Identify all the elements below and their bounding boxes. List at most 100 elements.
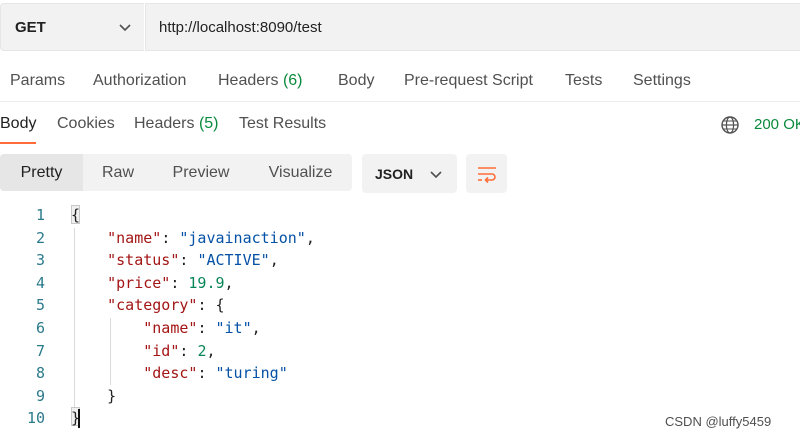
format-select[interactable]: JSON <box>362 154 457 193</box>
json-key: "status" <box>107 251 180 270</box>
json-punctuation: } <box>107 386 117 405</box>
tab-body[interactable]: Body <box>338 72 374 90</box>
code-text: { <box>71 206 80 224</box>
json-separator: : <box>179 341 198 360</box>
json-punctuation: { <box>215 296 225 315</box>
response-body-editor[interactable]: 1{2 "name": "javainaction", 3 "status": "… <box>0 204 800 440</box>
code-line: 6 "name": "it", <box>0 319 800 341</box>
code-line: 4 "price": 19.9, <box>0 274 800 296</box>
view-raw-button[interactable]: Raw <box>83 154 153 191</box>
tab-pre-request-script[interactable]: Pre-request Script <box>404 72 533 90</box>
tab-settings[interactable]: Settings <box>633 72 691 90</box>
json-punctuation: , <box>269 251 279 270</box>
response-tab-test-results[interactable]: Test Results <box>239 115 326 133</box>
json-key: "category" <box>107 296 198 315</box>
json-punctuation: , <box>206 341 216 360</box>
code-line: 5 "category": { <box>0 296 800 318</box>
method-select[interactable]: GET <box>0 3 144 51</box>
response-tab-headers-label: Headers <box>134 115 195 132</box>
line-number: 8 <box>35 364 45 383</box>
json-key: "id" <box>143 341 180 360</box>
request-tabs: Params Authorization Headers (6) Body Pr… <box>0 62 800 102</box>
code-line: 9 } <box>0 387 800 409</box>
json-separator: : <box>170 273 189 292</box>
code-text: } <box>71 387 116 405</box>
line-number: 3 <box>35 251 45 270</box>
code-text: "id": 2, <box>71 341 216 360</box>
tab-headers-count: (6) <box>282 72 303 89</box>
response-tab-headers[interactable]: Headers (5) <box>134 115 219 133</box>
line-number: 4 <box>35 273 45 292</box>
request-bar: GET http://localhost:8090/test <box>0 3 800 51</box>
json-key: "price" <box>107 273 171 292</box>
response-status[interactable]: 200 OK <box>754 116 800 133</box>
code-text: "name": "it", <box>71 319 261 337</box>
json-punctuation: , <box>224 273 234 292</box>
line-number: 10 <box>26 409 45 428</box>
code-line: 7 "id": 2, <box>0 342 800 364</box>
code-text: "status": "ACTIVE", <box>71 251 279 269</box>
line-number: 9 <box>35 386 45 405</box>
code-line: 1{ <box>0 206 800 228</box>
json-punctuation: , <box>251 319 261 337</box>
chevron-down-icon <box>430 171 442 179</box>
json-value: "turing" <box>215 364 288 383</box>
json-value: 19.9 <box>188 273 225 292</box>
tab-headers-label: Headers <box>218 72 279 89</box>
json-separator: : <box>161 228 180 247</box>
view-pretty-button[interactable]: Pretty <box>0 154 83 191</box>
line-number: 1 <box>35 206 45 224</box>
watermark: CSDN @luffy5459 <box>665 414 772 429</box>
code-text: "price": 19.9, <box>71 273 234 292</box>
line-number: 5 <box>35 296 45 315</box>
tab-tests[interactable]: Tests <box>565 72 602 90</box>
wrap-lines-button[interactable] <box>466 154 507 193</box>
tab-authorization[interactable]: Authorization <box>93 72 186 90</box>
line-number: 2 <box>35 228 45 247</box>
wrap-lines-icon <box>477 166 496 183</box>
chevron-down-icon <box>119 24 131 32</box>
method-label: GET <box>15 18 46 36</box>
json-separator: : <box>197 364 216 383</box>
url-input[interactable]: http://localhost:8090/test <box>145 3 800 51</box>
view-mode-group: Pretty Raw Preview Visualize <box>0 154 352 191</box>
code-text: "desc": "turing" <box>71 364 288 382</box>
text-cursor <box>78 409 80 428</box>
line-number: 6 <box>35 319 45 337</box>
url-text: http://localhost:8090/test <box>159 18 322 36</box>
json-separator: : <box>197 319 216 337</box>
globe-icon[interactable] <box>720 115 740 135</box>
json-key: "desc" <box>143 364 198 383</box>
view-visualize-button[interactable]: Visualize <box>249 154 352 191</box>
json-key: "name" <box>107 228 162 247</box>
json-punctuation: , <box>305 228 315 247</box>
view-preview-button[interactable]: Preview <box>153 154 249 191</box>
code-text: "name": "javainaction", <box>71 229 315 247</box>
json-value: "ACTIVE" <box>197 251 270 270</box>
response-tab-body[interactable]: Body <box>0 115 36 133</box>
response-tab-headers-count: (5) <box>198 115 219 132</box>
tab-headers[interactable]: Headers (6) <box>218 72 303 90</box>
json-value: "javainaction" <box>179 228 306 247</box>
json-key: "name" <box>143 319 198 337</box>
line-number: 7 <box>35 341 45 360</box>
code-text: "category": { <box>71 296 225 315</box>
response-tab-cookies[interactable]: Cookies <box>57 115 115 133</box>
format-label: JSON <box>375 165 414 182</box>
json-value: "it" <box>215 319 252 337</box>
code-line: 3 "status": "ACTIVE", <box>0 251 800 273</box>
code-line: 2 "name": "javainaction", <box>0 229 800 251</box>
code-line: 8 "desc": "turing" <box>0 364 800 386</box>
active-tab-indicator <box>0 142 36 144</box>
json-separator: : <box>197 296 216 315</box>
tab-params[interactable]: Params <box>10 72 65 90</box>
response-tabs: Body Cookies Headers (5) Test Results 20… <box>0 104 800 144</box>
json-separator: : <box>179 251 198 270</box>
